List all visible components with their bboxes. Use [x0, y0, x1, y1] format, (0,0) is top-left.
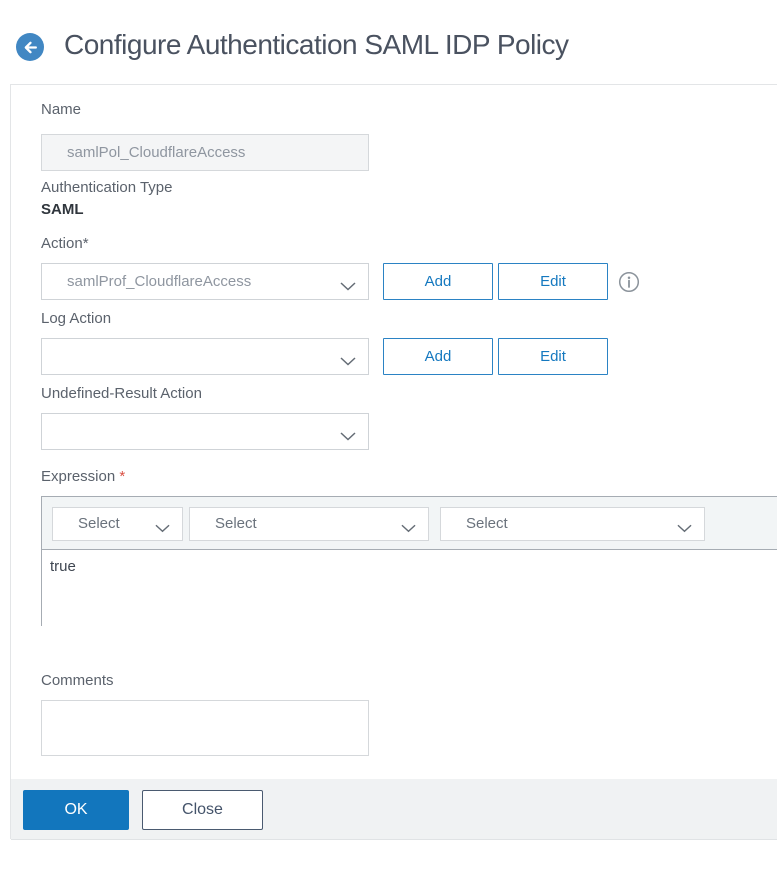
expression-editor: Select Select Select true	[41, 496, 777, 626]
form-footer: OK Close	[11, 779, 777, 840]
back-button[interactable]	[16, 33, 44, 61]
action-select[interactable]: samlProf_CloudflareAccess	[41, 263, 369, 300]
expression-select-1[interactable]: Select	[52, 507, 183, 541]
expression-toolbar: Select Select Select	[42, 497, 777, 550]
expression-input[interactable]: true	[42, 550, 777, 626]
close-button[interactable]: Close	[142, 790, 263, 830]
name-label: Name	[41, 101, 82, 118]
expression-select-3-value: Select	[466, 515, 508, 532]
chevron-down-icon	[155, 520, 170, 538]
log-action-select[interactable]	[41, 338, 369, 375]
configure-saml-idp-policy-page: Configure Authentication SAML IDP Policy…	[0, 0, 777, 877]
info-icon[interactable]	[618, 271, 640, 298]
comments-label: Comments	[41, 672, 114, 689]
chevron-down-icon	[340, 353, 356, 371]
form-panel: Name Authentication Type SAML Action* sa…	[10, 84, 777, 840]
action-select-value: samlProf_CloudflareAccess	[67, 273, 252, 290]
log-action-label: Log Action	[41, 310, 112, 327]
expression-select-1-value: Select	[78, 515, 120, 532]
log-action-add-button[interactable]: Add	[383, 338, 493, 375]
required-asterisk: *	[119, 468, 126, 485]
chevron-down-icon	[340, 278, 356, 296]
chevron-down-icon	[340, 428, 356, 446]
chevron-down-icon	[677, 520, 692, 538]
action-add-button[interactable]: Add	[383, 263, 493, 300]
arrow-left-icon	[22, 39, 39, 56]
ok-button[interactable]: OK	[23, 790, 129, 830]
comments-input[interactable]	[41, 700, 369, 756]
expression-select-2-value: Select	[215, 515, 257, 532]
log-action-edit-button[interactable]: Edit	[498, 338, 608, 375]
authentication-type-label: Authentication Type	[41, 179, 173, 196]
authentication-type-value: SAML	[41, 201, 84, 218]
expression-select-3[interactable]: Select	[440, 507, 705, 541]
page-title: Configure Authentication SAML IDP Policy	[64, 29, 569, 60]
expression-label: Expression *	[41, 468, 126, 485]
undefined-result-action-label: Undefined-Result Action	[41, 385, 202, 402]
name-input[interactable]	[41, 134, 369, 171]
action-label: Action*	[41, 235, 89, 252]
undefined-result-action-select[interactable]	[41, 413, 369, 450]
action-edit-button[interactable]: Edit	[498, 263, 608, 300]
chevron-down-icon	[401, 520, 416, 538]
expression-select-2[interactable]: Select	[189, 507, 429, 541]
